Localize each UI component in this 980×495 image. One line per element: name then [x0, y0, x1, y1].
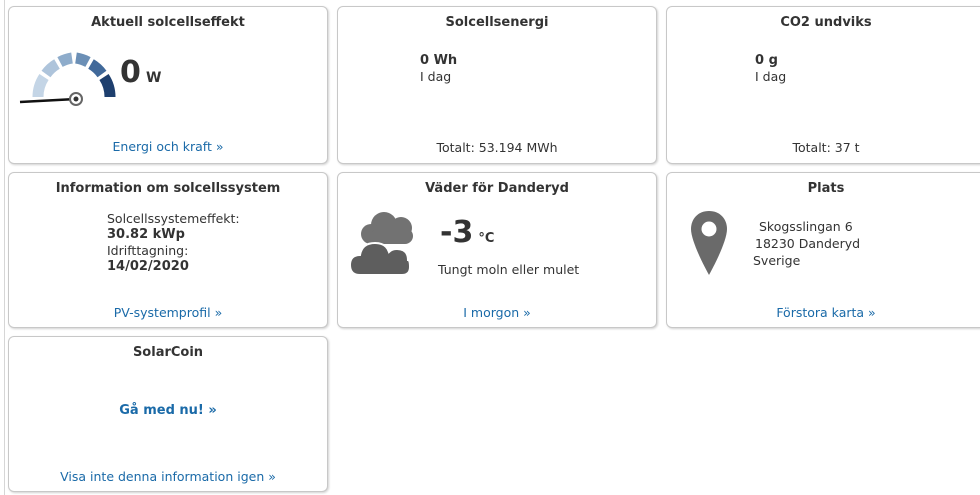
co2-card: CO2 undviks 0 g I dag Totalt: 37 t — [666, 6, 980, 164]
weather-description: Tungt moln eller mulet — [438, 262, 580, 277]
energy-period: I dag — [420, 69, 452, 84]
system-power-value: 30.82 kWp — [107, 227, 185, 242]
tomorrow-link[interactable]: I morgon » — [338, 305, 656, 320]
system-power-label: Solcellssystemeffekt: — [107, 211, 240, 226]
weather-card-title: Väder för Danderyd — [425, 181, 569, 196]
temperature-unit: °C — [478, 231, 495, 246]
map-pin-icon — [691, 211, 727, 275]
solarcoin-card-title: SolarCoin — [132, 345, 204, 360]
power-number: 0 — [120, 55, 141, 90]
energy-card: Solcellsenergi 0 Wh I dag Totalt: 53.194… — [337, 6, 657, 164]
power-value: 0 W — [120, 55, 161, 90]
location-card: Plats Skogsslingan 6 18230 Danderyd Sver… — [666, 172, 980, 328]
dismiss-info-link[interactable]: Visa inte denna information igen » — [9, 469, 327, 484]
system-card-title: Information om solcellssystem — [55, 181, 281, 196]
power-card: Aktuell solcellseffekt 0 W Energi och kr… — [8, 6, 328, 164]
temperature-value: -3 — [440, 215, 474, 250]
cloud-icon — [348, 212, 413, 276]
address-street: Skogsslingan 6 — [759, 219, 853, 234]
energy-power-link[interactable]: Energi och kraft » — [9, 139, 327, 154]
system-card: Information om solcellssystem Solcellssy… — [8, 172, 328, 328]
enlarge-map-link[interactable]: Förstora karta » — [667, 305, 980, 320]
energy-card-title: Solcellsenergi — [445, 15, 549, 30]
co2-total: Totalt: 37 t — [792, 140, 860, 155]
gauge-icon — [19, 52, 116, 106]
location-card-title: Plats — [807, 181, 845, 196]
commission-value: 14/02/2020 — [107, 259, 189, 274]
join-solarcoin-link[interactable]: Gå med nu! » — [9, 403, 327, 418]
address-country: Sverige — [753, 253, 801, 268]
weather-card: Väder för Danderyd -3 °C Tungt moln elle… — [337, 172, 657, 328]
address-postal: 18230 Danderyd — [755, 236, 861, 251]
solarcoin-card: SolarCoin Gå med nu! » Visa inte denna i… — [8, 336, 328, 492]
energy-total: Totalt: 53.194 MWh — [436, 140, 558, 155]
commission-label: Idrifttagning: — [107, 243, 189, 258]
co2-period: I dag — [755, 69, 787, 84]
co2-value: 0 g — [755, 53, 778, 68]
weather-temperature: -3 °C — [440, 215, 494, 250]
power-unit: W — [145, 70, 162, 86]
pv-profile-link[interactable]: PV-systemprofil » — [9, 305, 327, 320]
power-card-title: Aktuell solcellseffekt — [91, 15, 245, 30]
energy-value: 0 Wh — [420, 53, 458, 68]
co2-card-title: CO2 undviks — [780, 15, 872, 30]
left-divider — [4, 0, 5, 495]
